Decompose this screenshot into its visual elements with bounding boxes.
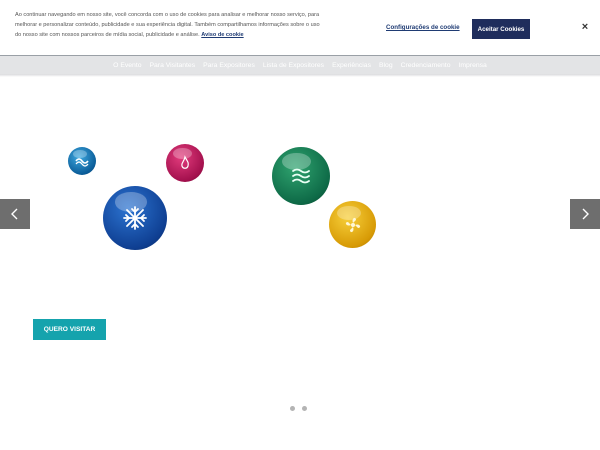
nav-item-experiencias[interactable]: Experiências — [328, 62, 375, 69]
main-navbar: O Evento Para Visitantes Para Expositore… — [0, 56, 600, 74]
accept-cookies-button[interactable]: Aceitar Cookies — [472, 19, 530, 39]
nav-item-blog[interactable]: Blog — [375, 62, 397, 69]
nav-item-para-visitantes[interactable]: Para Visitantes — [146, 62, 200, 69]
nav-menu: O Evento Para Visitantes Para Expositore… — [0, 56, 600, 74]
page: Ao continuar navegando em nosso site, vo… — [0, 0, 600, 450]
nav-item-imprensa[interactable]: Imprensa — [454, 62, 490, 69]
nav-item-para-expositores[interactable]: Para Expositores — [199, 62, 259, 69]
slider-dot-2[interactable] — [302, 406, 307, 411]
water-icon — [272, 147, 330, 205]
snowflake-icon — [103, 186, 167, 250]
visit-cta-button[interactable]: QUERO VISITAR — [33, 319, 106, 340]
nav-item-lista-expositores[interactable]: Lista de Expositores — [259, 62, 328, 69]
slider-prev-button[interactable] — [0, 199, 30, 229]
cookie-policy-link[interactable]: Aviso de cookie — [201, 32, 243, 38]
cookie-text: Ao continuar navegando em nosso site, vo… — [15, 10, 325, 40]
cookie-banner: Ao continuar navegando em nosso site, vo… — [0, 0, 600, 56]
nav-item-o-evento[interactable]: O Evento — [109, 62, 145, 69]
cookie-message: Ao continuar navegando em nosso site, vo… — [15, 12, 320, 38]
hero-slider: QUERO VISITAR — [0, 77, 600, 450]
wave-icon — [68, 147, 96, 175]
fan-icon — [329, 201, 376, 248]
chevron-left-icon — [11, 208, 18, 220]
cookie-settings-link[interactable]: Configurações de cookie — [386, 24, 460, 31]
slider-dot-1[interactable] — [290, 406, 295, 411]
close-icon[interactable]: × — [579, 20, 591, 34]
flame-icon — [166, 144, 204, 182]
nav-item-credenciamento[interactable]: Credenciamento — [397, 62, 455, 69]
slider-pagination — [290, 406, 310, 412]
chevron-right-icon — [582, 208, 589, 220]
slider-next-button[interactable] — [570, 199, 600, 229]
